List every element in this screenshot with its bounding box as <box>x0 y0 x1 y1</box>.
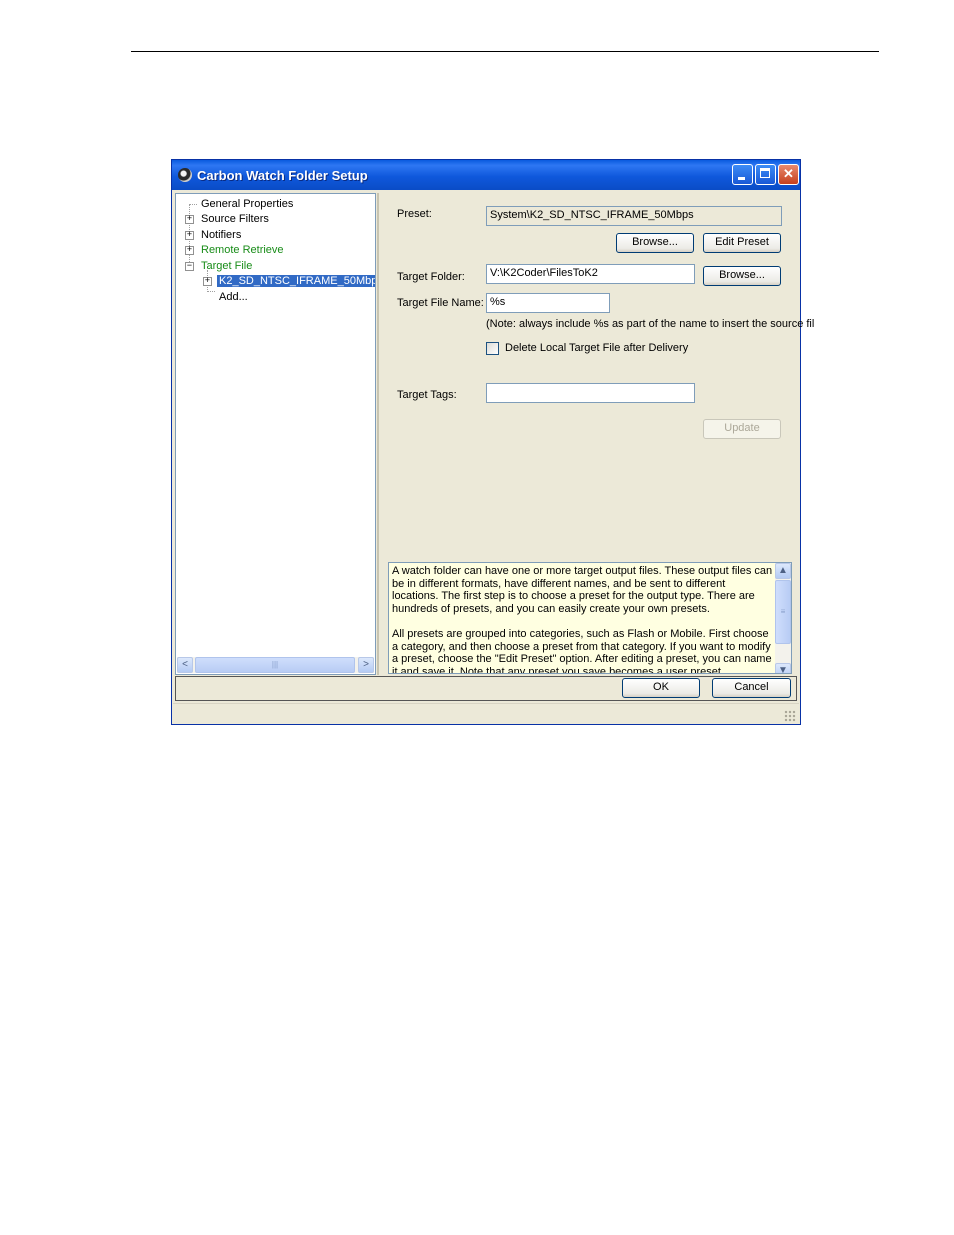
tree-item-remote-retrieve[interactable]: Remote Retrieve <box>201 243 284 257</box>
tree-item-notifiers[interactable]: Notifiers <box>201 228 241 242</box>
minimize-icon <box>738 177 745 180</box>
scroll-thumb[interactable]: ≡ <box>775 580 791 644</box>
window-title: Carbon Watch Folder Setup <box>197 168 368 183</box>
browse-preset-button[interactable]: Browse... <box>616 233 694 253</box>
expand-icon[interactable]: + <box>185 246 194 255</box>
scroll-right-icon[interactable]: > <box>358 657 374 673</box>
carbon-app-icon <box>178 168 192 182</box>
title-bar[interactable]: Carbon Watch Folder Setup ✕ <box>172 160 800 190</box>
help-description[interactable]: A watch folder can have one or more targ… <box>388 562 792 674</box>
close-button[interactable]: ✕ <box>778 164 799 185</box>
target-file-name-input[interactable]: %s <box>486 293 610 313</box>
target-folder-input[interactable]: V:\K2Coder\FilesToK2 <box>486 264 695 284</box>
update-button: Update <box>703 419 781 439</box>
minimize-button[interactable] <box>732 164 753 185</box>
scroll-thumb[interactable]: ||| <box>195 657 355 673</box>
tree-horizontal-scrollbar[interactable]: < ||| > <box>177 657 374 673</box>
preset-field: System\K2_SD_NTSC_IFRAME_50Mbps <box>486 206 782 226</box>
scroll-left-icon[interactable]: < <box>177 657 193 673</box>
help-paragraph: All presets are grouped into categories,… <box>392 627 772 674</box>
delete-local-label[interactable]: Delete Local Target File after Delivery <box>505 342 688 354</box>
scroll-up-icon[interactable]: ▲ <box>775 563 791 579</box>
tree-item-selected-target[interactable]: K2_SD_NTSC_IFRAME_50Mbps <box>217 275 375 287</box>
expand-icon[interactable]: + <box>203 277 212 286</box>
status-bar <box>173 703 799 724</box>
help-paragraph: A watch folder can have one or more targ… <box>392 565 773 615</box>
target-tags-label: Target Tags: <box>397 389 457 401</box>
target-file-name-label: Target File Name: <box>397 297 484 309</box>
maximize-button[interactable] <box>755 164 776 185</box>
collapse-icon[interactable]: − <box>185 262 194 271</box>
resize-grip-icon[interactable] <box>784 710 796 722</box>
help-text-body: A watch folder can have one or more targ… <box>392 565 774 674</box>
expand-icon[interactable]: + <box>185 231 194 240</box>
close-icon: ✕ <box>783 166 794 181</box>
delete-local-checkbox[interactable] <box>486 342 499 355</box>
tree-item-add[interactable]: Add... <box>219 290 248 304</box>
file-name-note: (Note: always include %s as part of the … <box>486 318 815 330</box>
preset-label: Preset: <box>397 208 432 220</box>
scroll-down-icon[interactable]: ▼ <box>775 663 791 673</box>
maximize-icon <box>760 168 770 178</box>
cancel-button[interactable]: Cancel <box>712 678 791 698</box>
target-folder-label: Target Folder: <box>397 271 465 283</box>
tree-item-selected-wrap: K2_SD_NTSC_IFRAME_50Mbps <box>217 274 375 288</box>
tree-connector <box>207 291 215 292</box>
panel-splitter[interactable] <box>377 193 379 675</box>
ok-button[interactable]: OK <box>622 678 700 698</box>
help-vertical-scrollbar[interactable]: ▲ ≡ ▼ <box>775 563 791 673</box>
settings-tree[interactable]: General Properties + Source Filters + No… <box>175 193 376 675</box>
carbon-watch-folder-setup-dialog: Carbon Watch Folder Setup ✕ General Prop… <box>171 159 814 725</box>
dialog-button-bar: OK Cancel <box>175 676 797 701</box>
tree-item-target-file[interactable]: Target File <box>201 259 252 273</box>
tree-connector <box>189 204 197 205</box>
tree-item-source-filters[interactable]: Source Filters <box>201 212 269 226</box>
edit-preset-button[interactable]: Edit Preset <box>703 233 781 253</box>
expand-icon[interactable]: + <box>185 215 194 224</box>
browse-folder-button[interactable]: Browse... <box>703 266 781 286</box>
tree-item-general-properties[interactable]: General Properties <box>201 197 293 211</box>
target-tags-input[interactable] <box>486 383 695 403</box>
page-header-rule <box>131 51 879 52</box>
